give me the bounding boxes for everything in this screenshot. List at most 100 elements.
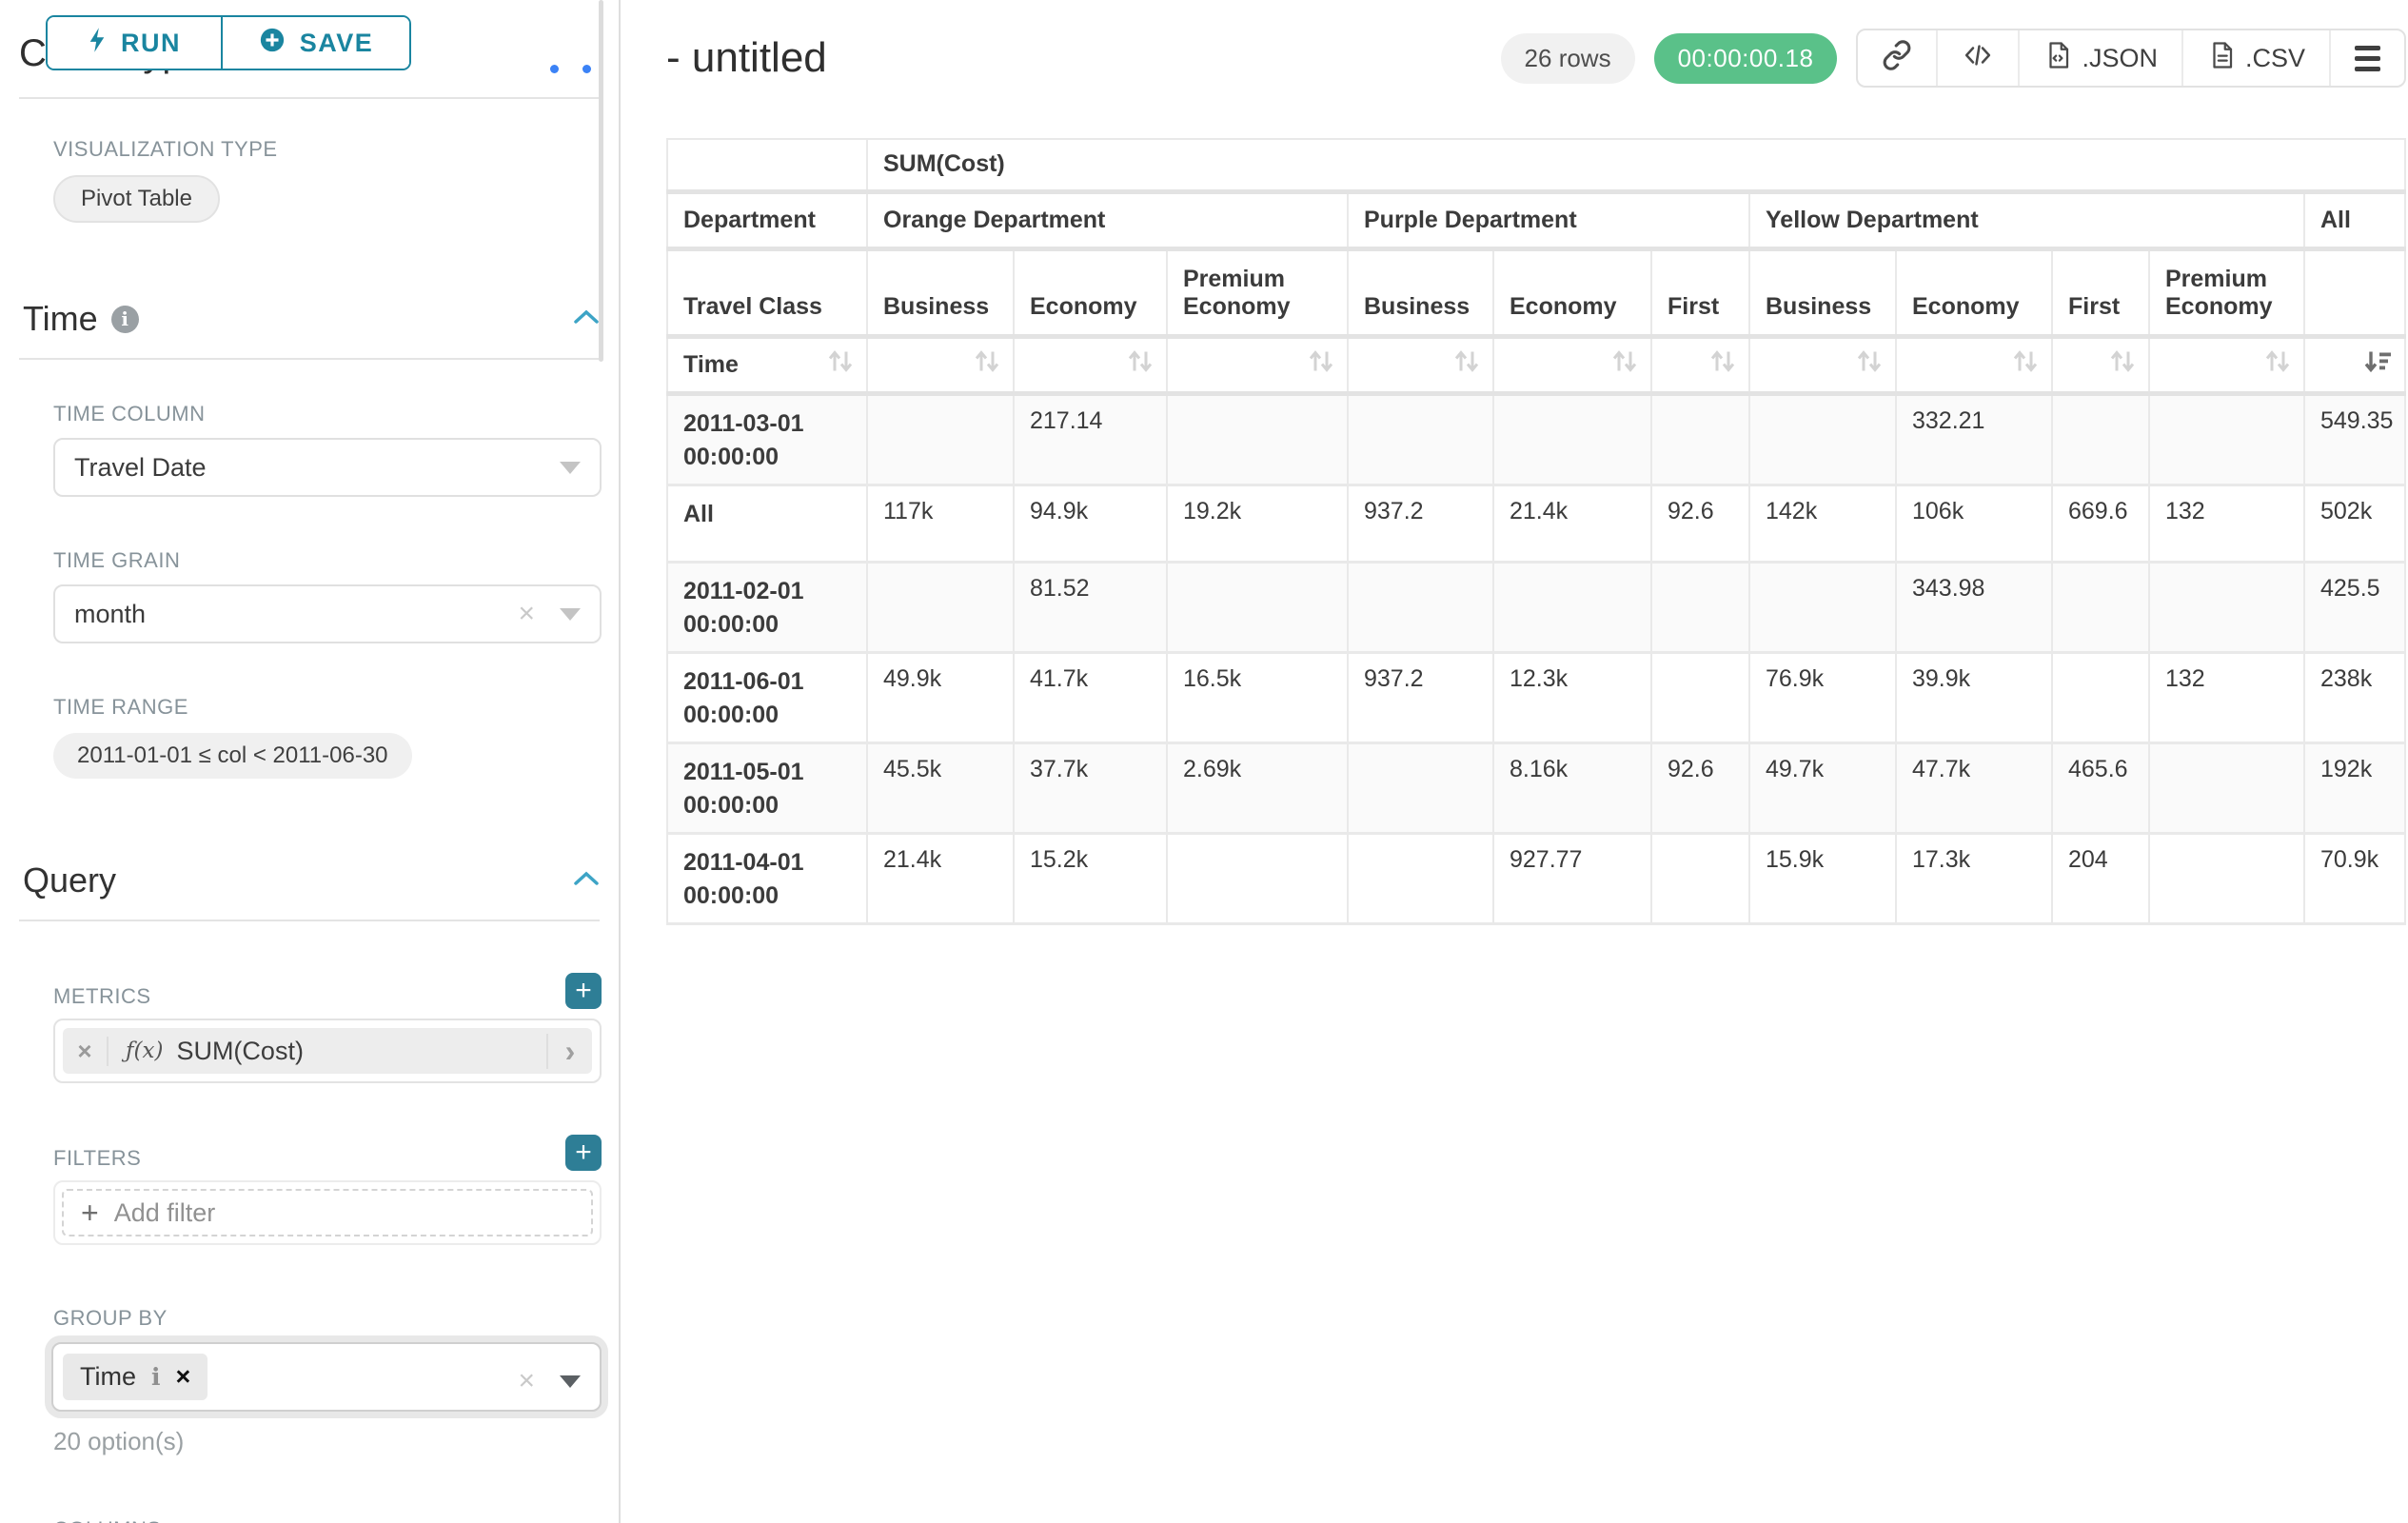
cell: 37.7k — [1014, 742, 1167, 833]
cell — [1348, 393, 1493, 485]
time-column-select[interactable]: Travel Date — [53, 438, 602, 497]
cell — [1749, 562, 1896, 652]
clear-icon[interactable]: × — [518, 600, 535, 628]
remove-metric-icon[interactable]: × — [63, 1037, 109, 1066]
time-section-header: Time i — [23, 299, 600, 339]
collapse-chevron-up-icon[interactable] — [573, 309, 600, 329]
group-header: Orange Department — [867, 191, 1348, 248]
time-grain-select[interactable]: month × — [53, 584, 602, 643]
cell — [1493, 562, 1651, 652]
column-sort-header[interactable] — [1493, 336, 1651, 393]
export-csv-button[interactable]: .CSV — [2181, 30, 2329, 86]
add-filter-dropzone[interactable]: + Add filter — [62, 1189, 593, 1236]
column-sort-header[interactable] — [1896, 336, 2052, 393]
metric-pill[interactable]: × ƒ(x) SUM(Cost) › — [63, 1028, 592, 1074]
sort-icon[interactable] — [1855, 346, 1884, 384]
column-sort-header[interactable] — [2149, 336, 2304, 393]
chart-type-section: Chart Type RUN SAVE — [0, 0, 619, 97]
cell — [1651, 562, 1749, 652]
cell — [2052, 393, 2149, 485]
column-sort-header[interactable] — [1167, 336, 1348, 393]
time-range-label: TIME RANGE — [53, 695, 602, 720]
time-range-pill[interactable]: 2011-01-01 ≤ col < 2011-06-30 — [53, 733, 412, 779]
chart-header: - untitled 26 rows 00:00:00.18 — [666, 0, 2406, 116]
remove-tag-icon[interactable]: × — [176, 1364, 191, 1390]
time-column-label: TIME COLUMN — [53, 402, 602, 426]
sort-icon[interactable] — [2108, 346, 2137, 384]
cell: 70.9k — [2304, 833, 2405, 923]
cell: 937.2 — [1348, 485, 1493, 562]
sort-icon[interactable] — [2011, 346, 2040, 384]
save-button[interactable]: SAVE — [221, 17, 409, 69]
cell — [867, 562, 1014, 652]
sort-icon[interactable] — [1452, 346, 1481, 384]
cell — [2149, 393, 2304, 485]
superset-explore-page: Chart Type RUN SAVE — [0, 0, 2408, 1523]
sort-icon[interactable] — [1610, 346, 1639, 384]
run-button[interactable]: RUN — [48, 17, 221, 69]
metrics-container: × ƒ(x) SUM(Cost) › — [53, 1019, 602, 1083]
filters-container: + Add filter — [53, 1180, 602, 1245]
add-metric-button[interactable]: + — [565, 973, 602, 1009]
add-filter-button[interactable]: + — [565, 1135, 602, 1171]
expand-metric-chevron-icon[interactable]: › — [546, 1034, 592, 1069]
visualization-type-pill[interactable]: Pivot Table — [53, 175, 220, 223]
cell: 204 — [2052, 833, 2149, 923]
sort-descending-icon[interactable] — [2362, 346, 2393, 384]
travel-class-header-empty — [2304, 248, 2405, 336]
sort-icon[interactable] — [1126, 346, 1155, 384]
chart-title[interactable]: - untitled — [666, 34, 827, 82]
cell: 81.52 — [1014, 562, 1167, 652]
column-sort-header[interactable] — [1749, 336, 1896, 393]
column-sort-header[interactable] — [1014, 336, 1167, 393]
sort-icon[interactable] — [1708, 346, 1737, 384]
sort-icon[interactable] — [826, 346, 855, 384]
corner-cell — [667, 139, 867, 191]
cell — [2052, 652, 2149, 742]
chevron-down-icon[interactable] — [560, 1375, 581, 1388]
column-sort-header[interactable] — [1348, 336, 1493, 393]
export-json-button[interactable]: .JSON — [2018, 30, 2181, 86]
sort-icon[interactable] — [1307, 346, 1335, 384]
sort-icon[interactable] — [973, 346, 1001, 384]
travel-class-header: Economy — [1896, 248, 2052, 336]
chevron-down-icon[interactable] — [560, 462, 581, 474]
column-sort-header[interactable] — [1651, 336, 1749, 393]
cell: 8.16k — [1493, 742, 1651, 833]
time-column-value: Travel Date — [74, 453, 207, 483]
cell: 238k — [2304, 652, 2405, 742]
view-query-button[interactable] — [1936, 30, 2018, 86]
cell: 132 — [2149, 485, 2304, 562]
collapse-chevron-up-icon[interactable] — [573, 871, 600, 891]
column-sort-header[interactable] — [867, 336, 1014, 393]
link-icon — [1882, 40, 1912, 77]
travel-class-header: Premium Economy — [2149, 248, 2304, 336]
cell — [1493, 393, 1651, 485]
column-sort-header-active[interactable] — [2304, 336, 2405, 393]
travel-class-header: Economy — [1493, 248, 1651, 336]
cell — [2149, 833, 2304, 923]
file-code-icon — [2043, 40, 2072, 77]
chart-menu-button[interactable] — [2329, 30, 2404, 86]
cell: 332.21 — [1896, 393, 2052, 485]
lightning-icon — [88, 26, 107, 61]
table-row: All 117k 94.9k 19.2k 937.2 21.4k 92.6 14… — [667, 485, 2405, 562]
visualization-type-label: VISUALIZATION TYPE — [53, 137, 602, 162]
travel-class-header: Business — [1749, 248, 1896, 336]
query-section-title: Query — [23, 860, 116, 900]
cell: 21.4k — [1493, 485, 1651, 562]
travel-class-header: First — [2052, 248, 2149, 336]
group-by-select[interactable]: Time i × × — [51, 1342, 602, 1412]
table-row: 2011-04-0100:00:00 21.4k 15.2k 927.77 15… — [667, 833, 2405, 923]
column-sort-header[interactable] — [2052, 336, 2149, 393]
share-link-button[interactable] — [1858, 30, 1936, 86]
cell: 669.6 — [2052, 485, 2149, 562]
time-sort-header[interactable]: Time — [667, 336, 867, 393]
clear-icon[interactable]: × — [518, 1367, 535, 1395]
sidebar-scrollbar[interactable] — [599, 0, 603, 362]
group-by-label: GROUP BY — [53, 1306, 602, 1331]
group-by-tag-time[interactable]: Time i × — [63, 1354, 207, 1400]
cell — [1167, 562, 1348, 652]
sort-icon[interactable] — [2263, 346, 2292, 384]
chevron-down-icon[interactable] — [560, 608, 581, 621]
